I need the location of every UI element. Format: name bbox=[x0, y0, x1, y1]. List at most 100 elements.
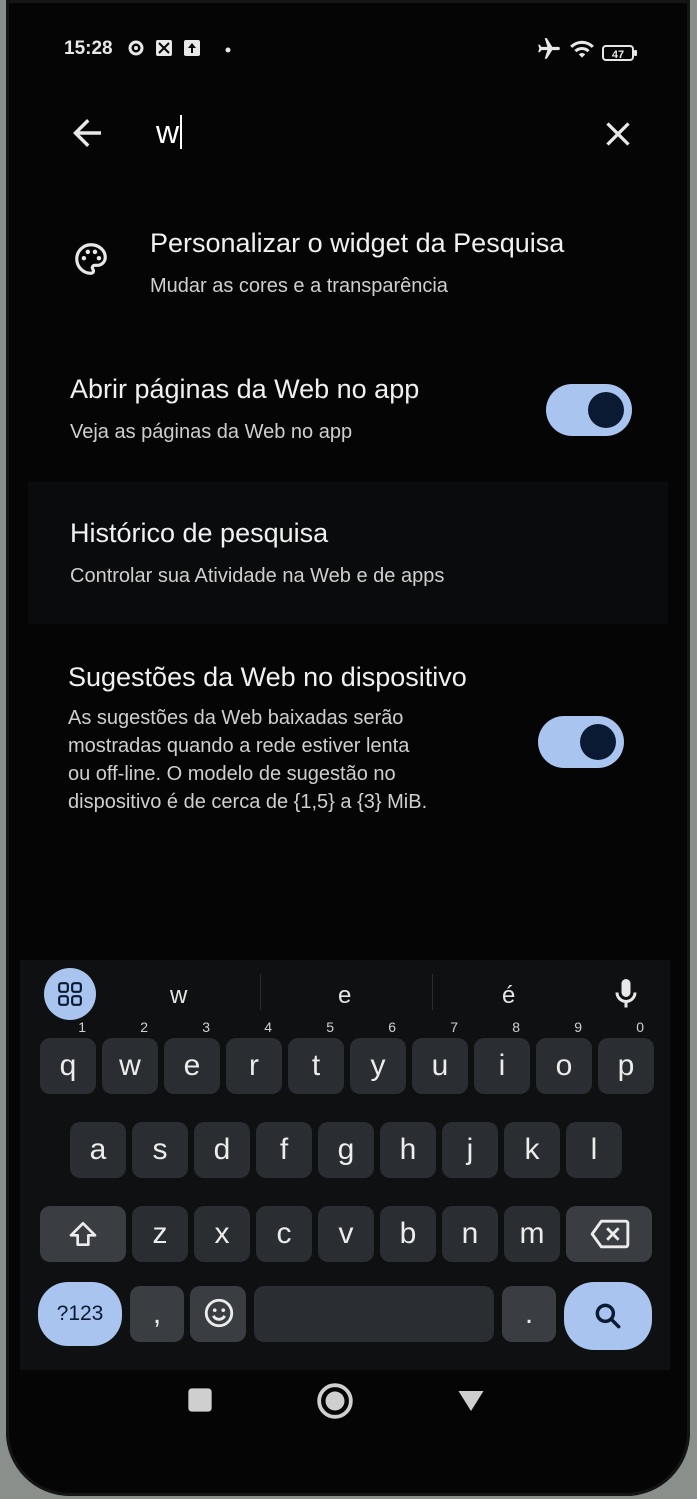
back-arrow-icon[interactable] bbox=[66, 112, 108, 154]
back-icon[interactable] bbox=[456, 1388, 486, 1414]
key-c[interactable]: c bbox=[256, 1206, 312, 1262]
search-icon bbox=[595, 1303, 621, 1329]
apps-grid-icon bbox=[58, 982, 82, 1006]
key-g[interactable]: g bbox=[318, 1122, 374, 1178]
key-e[interactable]: e3 bbox=[164, 1020, 220, 1094]
backspace-key[interactable] bbox=[566, 1206, 652, 1262]
key-hint: 3 bbox=[202, 1019, 210, 1035]
close-icon[interactable] bbox=[598, 114, 638, 154]
key-m[interactable]: m bbox=[504, 1206, 560, 1262]
subtitle-line: ou off-line. O modelo de sugestão no bbox=[68, 763, 396, 785]
text-caret bbox=[180, 115, 183, 149]
key-w[interactable]: w2 bbox=[102, 1020, 158, 1094]
key-hint: 9 bbox=[574, 1019, 582, 1035]
customize-widget-title: Personalizar o widget da Pesquisa bbox=[150, 228, 565, 258]
key-x[interactable]: x bbox=[194, 1206, 250, 1262]
key-label: p bbox=[617, 1049, 635, 1082]
customize-widget-subtitle: Mudar as cores e a transparência bbox=[150, 275, 448, 297]
key-label: q bbox=[59, 1049, 77, 1082]
wifi-icon bbox=[570, 40, 594, 58]
key-v[interactable]: v bbox=[318, 1206, 374, 1262]
key-o[interactable]: o9 bbox=[536, 1020, 592, 1094]
key-t[interactable]: t5 bbox=[288, 1020, 344, 1094]
on-device-suggestions-toggle[interactable] bbox=[538, 716, 624, 768]
settings-icon bbox=[128, 40, 144, 56]
suggestion-chip[interactable]: w bbox=[170, 982, 187, 1010]
key-hint: 0 bbox=[636, 1019, 644, 1035]
key-hint: 4 bbox=[264, 1019, 272, 1035]
key-n[interactable]: n bbox=[442, 1206, 498, 1262]
open-web-in-app-subtitle: Veja as páginas da Web no app bbox=[70, 421, 353, 443]
subtitle-line: As sugestões da Web baixadas serão bbox=[68, 707, 404, 729]
navigation-bar bbox=[6, 1376, 690, 1436]
status-bar: 15:28 47 bbox=[6, 30, 690, 70]
suggestion-chip[interactable]: e bbox=[338, 982, 351, 1010]
apps-grid-button[interactable] bbox=[44, 968, 96, 1020]
key-a[interactable]: a bbox=[70, 1122, 126, 1178]
search-history-subtitle: Controlar sua Atividade na Web e de apps bbox=[70, 565, 445, 587]
customize-widget-item[interactable]: Personalizar o widget da Pesquisa Mudar … bbox=[6, 220, 690, 310]
shift-key[interactable] bbox=[40, 1206, 126, 1262]
key-label: w bbox=[119, 1049, 141, 1082]
key-label: e bbox=[183, 1049, 201, 1082]
palette-icon bbox=[75, 243, 107, 275]
key-label: o bbox=[555, 1049, 573, 1082]
key-label: y bbox=[370, 1049, 386, 1082]
key-p[interactable]: p0 bbox=[598, 1020, 654, 1094]
key-hint: 6 bbox=[388, 1019, 396, 1035]
key-k[interactable]: k bbox=[504, 1122, 560, 1178]
search-history-item[interactable]: Histórico de pesquisa Controlar sua Ativ… bbox=[6, 510, 690, 606]
key-d[interactable]: d bbox=[194, 1122, 250, 1178]
search-input[interactable]: w bbox=[156, 114, 183, 151]
key-f[interactable]: f bbox=[256, 1122, 312, 1178]
upload-icon bbox=[184, 40, 200, 56]
on-device-suggestions-title: Sugestões da Web no dispositivo bbox=[68, 662, 467, 692]
period-key[interactable]: . bbox=[502, 1286, 556, 1342]
key-label: i bbox=[498, 1049, 506, 1082]
key-q[interactable]: q1 bbox=[40, 1020, 96, 1094]
comma-key[interactable]: , bbox=[130, 1286, 184, 1342]
phone-screen: 15:28 47 w Personalizar o widget da Pesq… bbox=[6, 0, 690, 1496]
key-hint: 5 bbox=[326, 1019, 334, 1035]
key-y[interactable]: y6 bbox=[350, 1020, 406, 1094]
key-label: r bbox=[249, 1049, 259, 1082]
recents-icon[interactable] bbox=[186, 1386, 214, 1414]
toggle-knob bbox=[588, 392, 624, 428]
space-key[interactable] bbox=[254, 1286, 494, 1342]
search-key[interactable] bbox=[564, 1282, 652, 1350]
key-h[interactable]: h bbox=[380, 1122, 436, 1178]
key-i[interactable]: i8 bbox=[474, 1020, 530, 1094]
key-r[interactable]: r4 bbox=[226, 1020, 282, 1094]
emoji-key[interactable] bbox=[190, 1286, 246, 1342]
on-device-suggestions-item[interactable]: Sugestões da Web no dispositivo As suges… bbox=[6, 654, 690, 834]
key-j[interactable]: j bbox=[442, 1122, 498, 1178]
subtitle-line: mostradas quando a rede estiver lenta bbox=[68, 735, 410, 757]
notification-dot-icon bbox=[225, 47, 231, 53]
on-device-suggestions-subtitle: As sugestões da Web baixadas serão mostr… bbox=[68, 704, 528, 816]
key-hint: 7 bbox=[450, 1019, 458, 1035]
open-web-in-app-item[interactable]: Abrir páginas da Web no app Veja as pági… bbox=[6, 366, 690, 462]
key-hint: 1 bbox=[78, 1019, 86, 1035]
symbols-key[interactable]: ?123 bbox=[38, 1282, 122, 1346]
open-web-in-app-title: Abrir páginas da Web no app bbox=[70, 374, 420, 404]
key-hint: 8 bbox=[512, 1019, 520, 1035]
search-history-title: Histórico de pesquisa bbox=[70, 518, 329, 548]
subtitle-line: dispositivo é de cerca de {1,5} a {3} Mi… bbox=[68, 791, 428, 813]
keyboard: w e é q1 w2 e3 r4 t5 y6 u7 i8 o9 p0 a s … bbox=[20, 960, 670, 1370]
key-l[interactable]: l bbox=[566, 1122, 622, 1178]
key-z[interactable]: z bbox=[132, 1206, 188, 1262]
battery-icon: 47 bbox=[602, 45, 637, 61]
search-bar: w bbox=[6, 100, 690, 170]
open-web-in-app-toggle[interactable] bbox=[546, 384, 632, 436]
home-icon[interactable] bbox=[316, 1382, 354, 1420]
key-b[interactable]: b bbox=[380, 1206, 436, 1262]
key-hint: 2 bbox=[140, 1019, 148, 1035]
photos-icon bbox=[156, 40, 172, 56]
key-label: u bbox=[431, 1049, 449, 1082]
suggestion-divider bbox=[260, 974, 261, 1010]
emoji-icon bbox=[204, 1298, 234, 1328]
suggestion-chip[interactable]: é bbox=[502, 982, 515, 1010]
key-u[interactable]: u7 bbox=[412, 1020, 468, 1094]
key-s[interactable]: s bbox=[132, 1122, 188, 1178]
mic-icon[interactable] bbox=[608, 974, 644, 1014]
